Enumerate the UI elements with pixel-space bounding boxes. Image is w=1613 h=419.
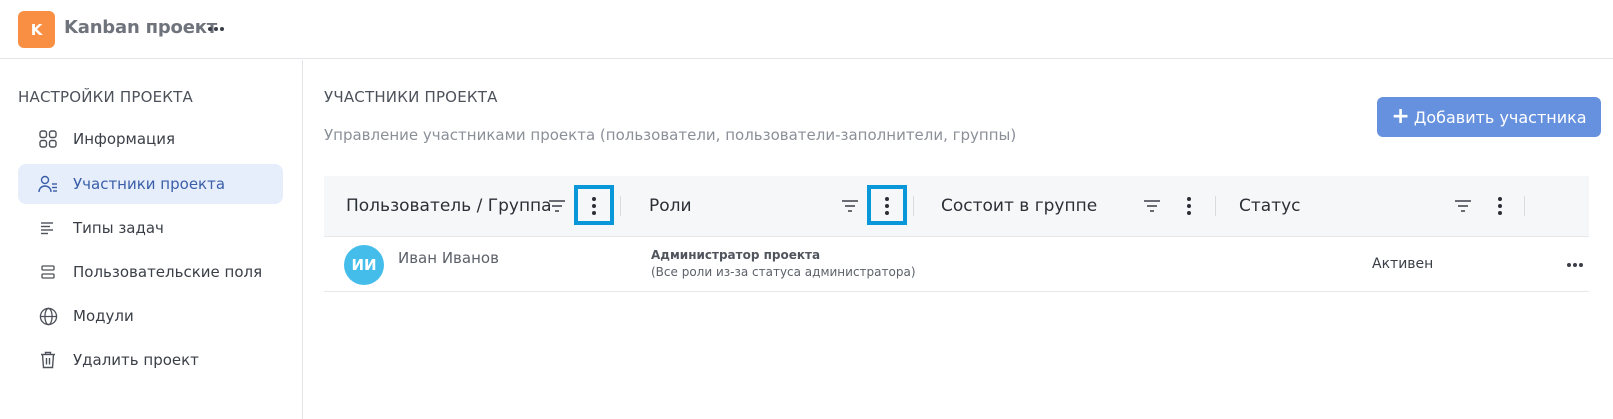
table-header: Пользователь / Группа Роли Состоит в гру… [324,176,1589,237]
more-vertical-icon [1498,197,1502,215]
more-vertical-icon [1187,197,1191,215]
sidebar-item-label: Удалить проект [73,351,199,369]
column-separator[interactable] [1524,196,1525,216]
top-bar: K Kanban проект [0,0,1613,59]
sidebar-item-custom-fields[interactable]: Пользовательские поля [18,252,283,292]
project-more-button[interactable] [205,18,227,40]
member-role-note: (Все роли из-за статуса администратора) [651,265,916,279]
sidebar-item-info[interactable]: Информация [18,119,283,159]
more-vertical-icon [592,197,596,215]
settings-sidebar: НАСТРОЙКИ ПРОЕКТА Информация Участники п… [0,60,303,419]
plus-icon: + [1391,104,1410,129]
sidebar-item-label: Информация [73,130,176,148]
sidebar-title: НАСТРОЙКИ ПРОЕКТА [18,88,193,106]
member-status: Активен [1372,256,1434,272]
users-icon [38,174,58,194]
more-vertical-icon [885,197,889,215]
trash-icon [38,350,58,370]
fields-icon [38,262,58,282]
grid-icon [38,129,58,149]
column-header-roles[interactable]: Роли [649,196,692,216]
filter-icon [842,200,858,212]
page-title: УЧАСТНИКИ ПРОЕКТА [324,88,498,106]
filter-icon [1144,200,1160,212]
sidebar-item-label: Типы задач [73,219,164,237]
column-separator[interactable] [620,196,621,216]
add-member-label: Добавить участника [1413,107,1587,127]
more-horizontal-icon [208,27,224,31]
filter-user-button[interactable] [545,194,569,218]
list-icon [38,218,58,238]
avatar: ИИ [344,245,384,285]
column-menu-user-button[interactable] [582,194,606,218]
column-menu-group-button[interactable] [1177,194,1201,218]
column-separator[interactable] [1215,196,1216,216]
column-header-user[interactable]: Пользователь / Группа [346,196,552,216]
column-header-status[interactable]: Статус [1239,196,1301,216]
column-separator[interactable] [913,196,914,216]
filter-icon [1455,200,1471,212]
project-logo[interactable]: K [18,11,55,48]
add-member-button[interactable]: + Добавить участника [1377,97,1601,137]
sidebar-item-delete-project[interactable]: Удалить проект [18,340,283,380]
member-role: Администратор проекта [651,248,821,262]
member-name[interactable]: Иван Иванов [398,249,499,267]
more-horizontal-icon [1567,263,1583,267]
sidebar-item-members[interactable]: Участники проекта [18,164,283,204]
sidebar-item-label: Участники проекта [73,175,226,193]
sidebar-item-task-types[interactable]: Типы задач [18,208,283,248]
filter-icon [549,200,565,212]
column-header-group[interactable]: Состоит в группе [941,196,1097,216]
sidebar-item-modules[interactable]: Модули [18,296,283,336]
filter-roles-button[interactable] [838,194,862,218]
column-menu-status-button[interactable] [1488,194,1512,218]
project-name[interactable]: Kanban проект [64,17,217,38]
page-subtitle: Управление участниками проекта (пользова… [324,126,1017,144]
sidebar-item-label: Модули [73,307,134,325]
sidebar-item-label: Пользовательские поля [73,263,263,281]
filter-group-button[interactable] [1140,194,1164,218]
column-menu-roles-button[interactable] [875,194,899,218]
filter-status-button[interactable] [1451,194,1475,218]
row-actions-button[interactable] [1563,253,1587,277]
globe-icon [38,306,58,326]
table-row[interactable]: ИИ Иван Иванов Администратор проекта (Вс… [324,237,1589,292]
